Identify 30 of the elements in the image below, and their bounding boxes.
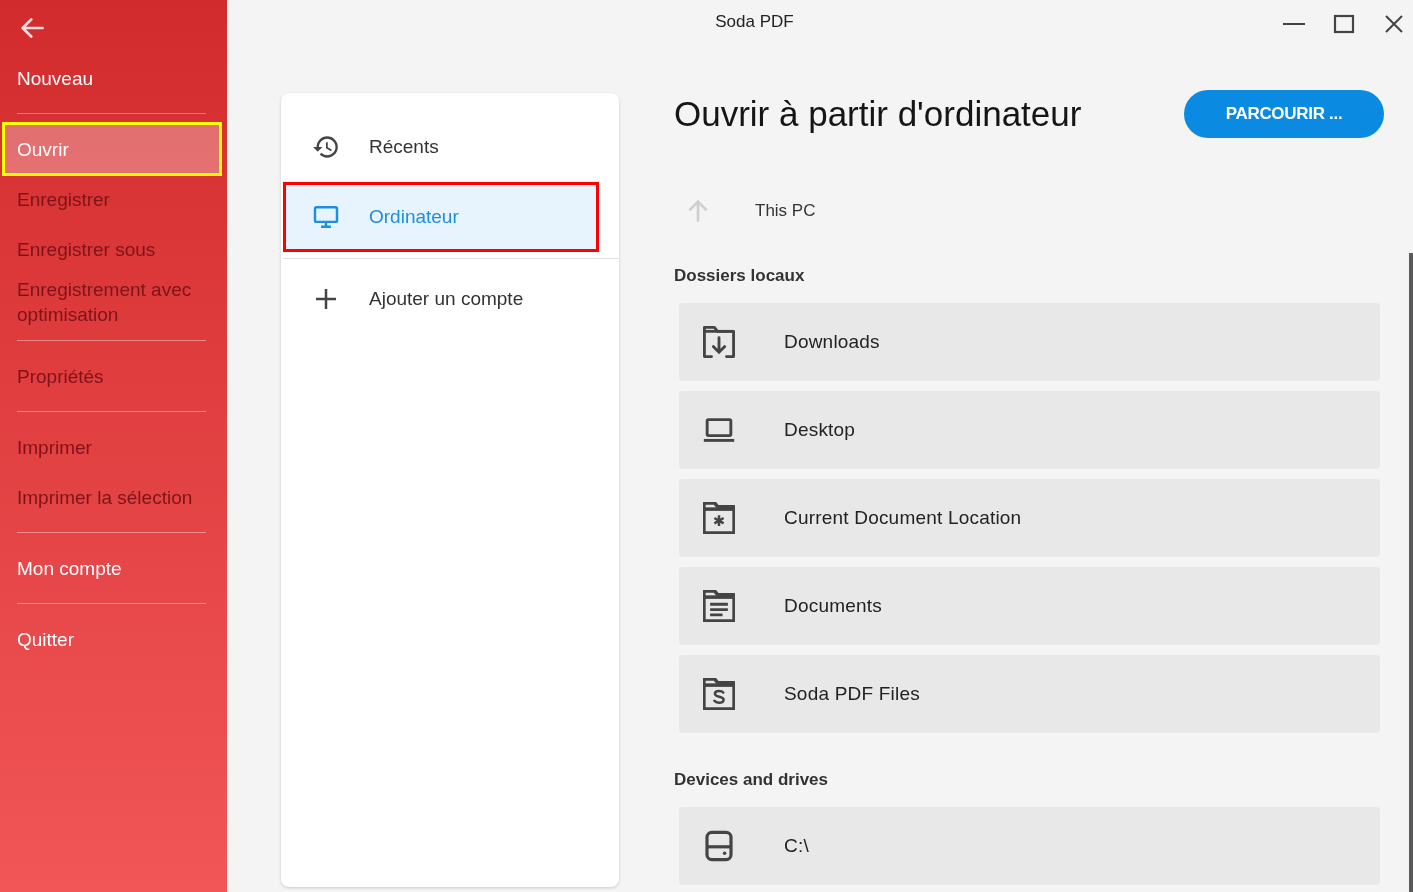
section-heading: Devices and drives [674,769,830,791]
breadcrumb-label: This PC [755,201,816,221]
menu-item[interactable]: Ouvrir [2,122,222,176]
folder-item[interactable]: Downloads [679,303,1380,381]
folder-item[interactable]: Soda PDF Files [679,655,1380,733]
folder-download-icon [703,326,735,358]
menu-item[interactable]: Nouveau [2,53,222,103]
drive-item[interactable]: C:\ [679,807,1380,885]
window-title: Soda PDF [715,12,794,31]
folder-item[interactable]: Documents [679,567,1380,645]
menu-item[interactable]: Mon compte [2,543,222,593]
source-item[interactable]: Récents [283,112,599,182]
drive-icon [703,830,735,862]
history-icon [313,136,339,158]
page-title: Ouvrir à partir d'ordinateur [674,94,1082,134]
folder-asterisk-icon [703,502,735,534]
folder-lines-icon [703,590,735,622]
folder-s-icon [703,678,735,710]
monitor-icon [313,206,339,228]
browse-button[interactable]: PARCOURIR ... [1184,90,1384,138]
section-heading: Dossiers locaux [674,265,806,287]
add-account-button[interactable]: Ajouter un compte [283,264,599,334]
maximize-icon[interactable] [1332,12,1356,36]
menu-item[interactable]: Quitter [2,614,222,664]
folder-item[interactable]: Current Document Location [679,479,1380,557]
folder-item[interactable]: Desktop [679,391,1380,469]
scrollbar-thumb[interactable] [1409,253,1413,892]
plus-icon [316,289,336,309]
source-item[interactable]: Ordinateur [283,182,599,252]
back-arrow-icon[interactable] [20,16,44,40]
